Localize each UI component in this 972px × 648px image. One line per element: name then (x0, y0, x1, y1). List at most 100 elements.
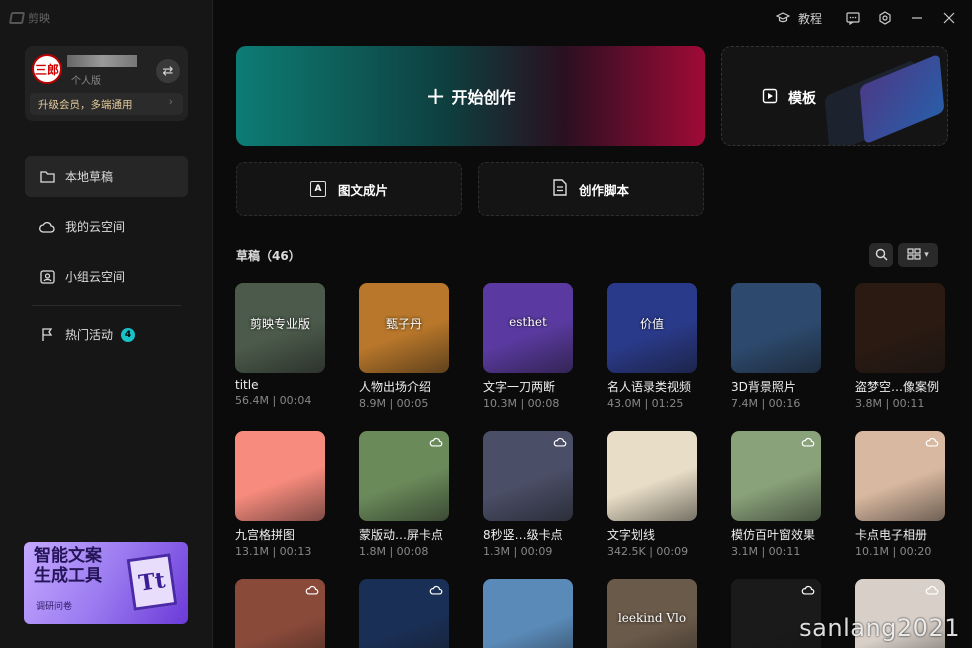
cloud-icon (429, 585, 443, 595)
draft-item[interactable]: 九宫格拼图 13.1M | 00:13 (235, 431, 325, 558)
upgrade-label: 升级会员，多端通用 (38, 99, 133, 111)
draft-item[interactable]: 文字划线 342.5K | 00:09 (607, 431, 697, 558)
user-name-blurred (67, 55, 137, 67)
draft-item[interactable]: 甄子丹 人物出场介绍 8.9M | 00:05 (359, 283, 449, 410)
draft-thumbnail[interactable]: leekind Vlo (607, 579, 697, 648)
draft-name: 盗梦空…像案例 (855, 380, 940, 394)
start-creation-button[interactable]: + 开始创作 (236, 46, 705, 146)
logo-icon (8, 12, 26, 24)
thumbnail-caption: esthet (509, 315, 547, 330)
title-bar: 教程 (774, 0, 972, 36)
user-version: 个人版 (71, 76, 101, 87)
draft-thumbnail[interactable] (855, 283, 945, 373)
minimize-icon[interactable] (908, 9, 926, 27)
thumbnail-caption: 剪映专业版 (249, 317, 310, 332)
tutorial-button[interactable]: 教程 (774, 9, 822, 27)
switch-account-icon[interactable]: ⇄ (156, 59, 180, 83)
settings-icon[interactable] (876, 9, 894, 27)
logo-text: 剪映 (28, 12, 50, 25)
cloud-icon (305, 585, 319, 595)
feedback-icon[interactable] (844, 9, 862, 27)
template-button[interactable]: 模板 (721, 46, 948, 146)
nav-hot-events[interactable]: 热门活动 4 (25, 314, 188, 355)
nav-divider (32, 305, 181, 306)
graduation-cap-icon (774, 9, 792, 27)
draft-name: 8秒竖…级卡点 (483, 528, 563, 542)
flag-icon (39, 327, 55, 343)
draft-item[interactable]: 价值 名人语录类视频 43.0M | 01:25 (607, 283, 697, 410)
draft-name: 蒙版动…屏卡点 (359, 528, 444, 542)
view-mode-button[interactable]: ▾ (898, 243, 938, 267)
thumbnail-caption: 价值 (639, 317, 664, 332)
draft-meta: 10.1M | 00:20 (855, 545, 932, 558)
nav-label: 热门活动 (65, 328, 114, 342)
draft-name: 九宫格拼图 (235, 528, 296, 542)
draft-thumbnail[interactable] (359, 579, 449, 648)
image-text-video-button[interactable]: A 图文成片 (236, 162, 462, 216)
draft-item[interactable]: 8秒竖…级卡点 1.3M | 00:09 (483, 431, 573, 558)
draft-meta: 3.1M | 00:11 (731, 545, 801, 558)
draft-meta: 1.8M | 00:08 (359, 545, 429, 558)
draft-thumbnail[interactable] (235, 579, 325, 648)
draft-thumbnail[interactable] (731, 283, 821, 373)
draft-thumbnail[interactable] (607, 431, 697, 521)
search-button[interactable] (869, 243, 893, 267)
draft-thumbnail[interactable] (235, 431, 325, 521)
search-icon (875, 246, 888, 265)
draft-item[interactable] (235, 579, 325, 648)
grid-view-icon (907, 247, 921, 263)
drafts-title: 草稿（46） (236, 249, 301, 263)
cloud-icon (801, 437, 815, 447)
chevron-right-icon: › (168, 96, 173, 108)
draft-item[interactable]: 卡点电子相册 10.1M | 00:20 (855, 431, 945, 558)
promo-banner[interactable]: 智能文案 生成工具 调研问卷 Tt (24, 542, 188, 624)
nav-group-cloud[interactable]: 小组云空间 (25, 256, 188, 297)
draft-thumbnail[interactable] (855, 431, 945, 521)
draft-name: 3D背景照片 (731, 380, 796, 394)
draft-name: 文字划线 (607, 528, 656, 542)
sidebar: 剪映 三郎 个人版 ⇄ 升级会员，多端通用 › 本地草稿 我的云空间 小组云空间 … (0, 0, 213, 648)
draft-thumbnail[interactable]: 甄子丹 (359, 283, 449, 373)
draft-item[interactable]: leekind Vlo (607, 579, 697, 648)
app-window: 剪映 三郎 个人版 ⇄ 升级会员，多端通用 › 本地草稿 我的云空间 小组云空间 … (0, 0, 972, 648)
app-logo: 剪映 (8, 10, 50, 26)
draft-meta: 10.3M | 00:08 (483, 397, 560, 410)
draft-item[interactable] (359, 579, 449, 648)
draft-thumbnail[interactable]: 价值 (607, 283, 697, 373)
draft-name: 人物出场介绍 (359, 380, 432, 394)
user-card[interactable]: 三郎 个人版 ⇄ 升级会员，多端通用 › (25, 46, 188, 121)
draft-thumbnail[interactable] (359, 431, 449, 521)
upgrade-banner[interactable]: 升级会员，多端通用 › (30, 93, 183, 115)
draft-item[interactable]: 模仿百叶窗效果 3.1M | 00:11 (731, 431, 821, 558)
draft-thumbnail[interactable] (483, 579, 573, 648)
draft-item[interactable]: 盗梦空…像案例 3.8M | 00:11 (855, 283, 945, 410)
draft-item[interactable]: 3D背景照片 7.4M | 00:16 (731, 283, 821, 410)
tutorial-label: 教程 (797, 11, 822, 26)
draft-item[interactable]: esthet 文字一刀两断 10.3M | 00:08 (483, 283, 573, 410)
notification-badge: 4 (121, 327, 136, 342)
create-script-label: 创作脚本 (578, 182, 629, 198)
create-script-button[interactable]: 创作脚本 (478, 162, 704, 216)
draft-item[interactable]: 剪映专业版 title 56.4M | 00:04 (235, 283, 325, 407)
document-icon (553, 179, 567, 199)
avatar[interactable]: 三郎 (32, 54, 62, 84)
draft-item[interactable]: 蒙版动…屏卡点 1.8M | 00:08 (359, 431, 449, 558)
draft-thumbnail[interactable]: esthet (483, 283, 573, 373)
draft-meta: 3.8M | 00:11 (855, 397, 925, 410)
nav-local-drafts[interactable]: 本地草稿 (25, 156, 188, 197)
draft-thumbnail[interactable] (483, 431, 573, 521)
cloud-icon (429, 437, 443, 447)
nav-label: 本地草稿 (65, 170, 114, 184)
draft-thumbnail[interactable]: 剪映专业版 (235, 283, 325, 373)
draft-thumbnail[interactable] (731, 431, 821, 521)
template-icon (762, 88, 778, 108)
draft-name: 文字一刀两断 (483, 380, 556, 394)
close-icon[interactable] (940, 9, 958, 27)
image-text-icon: A (309, 181, 326, 197)
folder-icon (39, 169, 55, 185)
nav-my-cloud[interactable]: 我的云空间 (25, 206, 188, 247)
plus-icon: + (425, 82, 446, 110)
draft-item[interactable] (483, 579, 573, 648)
draft-meta: 56.4M | 00:04 (235, 394, 312, 407)
promo-title: 智能文案 生成工具 (34, 546, 102, 586)
